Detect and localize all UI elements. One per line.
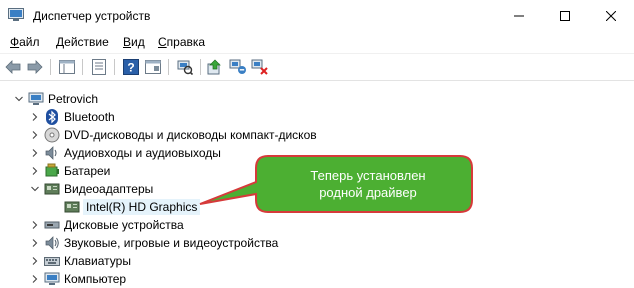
chevron-right-icon[interactable]	[30, 166, 40, 176]
tree-item-label: Клавиатуры	[64, 254, 131, 268]
update-driver-icon	[207, 59, 221, 75]
callout-line-2: родной драйвер	[319, 185, 417, 200]
chevron-right-icon[interactable]	[30, 220, 40, 230]
tree-item-label: Батареи	[64, 164, 111, 178]
show-hide-icon	[145, 60, 161, 74]
display-adapter-icon	[64, 199, 80, 215]
menu-action[interactable]: Действие	[56, 35, 109, 49]
close-icon	[606, 10, 616, 21]
uninstall-device-button[interactable]	[251, 58, 269, 76]
callout-line-1: Теперь установлен	[310, 168, 426, 183]
chevron-right-icon[interactable]	[30, 112, 40, 122]
minimize-button[interactable]	[496, 0, 542, 31]
chevron-right-icon[interactable]	[30, 274, 40, 284]
tree-item-disk-drives[interactable]: Дисковые устройства	[30, 216, 184, 234]
chevron-right-icon[interactable]	[30, 256, 40, 266]
disable-device-icon	[229, 59, 246, 74]
chevron-right-icon[interactable]	[30, 148, 40, 158]
tree-item-dvd[interactable]: DVD-дисководы и дисководы компакт-дисков	[30, 126, 317, 144]
tree-item-label: Bluetooth	[64, 110, 115, 124]
tree-item-display-adapters[interactable]: Видеоадаптеры	[30, 180, 153, 198]
bluetooth-icon	[44, 109, 60, 125]
show-hide-button[interactable]	[144, 58, 162, 76]
properties-pane-icon	[59, 60, 75, 74]
annotation-callout: Теперь установлен родной драйвер	[190, 150, 480, 220]
menu-help[interactable]: Справка	[158, 35, 205, 49]
tree-item-label: Intel(R) HD Graphics	[82, 199, 201, 215]
help-icon: ?	[123, 59, 139, 75]
window-title: Диспетчер устройств	[33, 9, 151, 23]
tree-item-label: DVD-дисководы и дисководы компакт-дисков	[64, 128, 317, 142]
tree-item-intel-hd-graphics[interactable]: Intel(R) HD Graphics	[64, 198, 201, 216]
minimize-icon	[514, 15, 524, 16]
callout-text: Теперь установлен родной драйвер	[268, 167, 468, 201]
disable-device-button[interactable]	[229, 58, 247, 76]
device-manager-app-icon	[8, 8, 24, 22]
toolbar-separator	[168, 59, 169, 75]
back-button[interactable]	[4, 58, 22, 76]
tree-item-label: Видеоадаптеры	[64, 182, 154, 196]
tree-root[interactable]: Petrovich	[14, 90, 98, 108]
help-button[interactable]: ?	[122, 58, 140, 76]
tree-item-bluetooth[interactable]: Bluetooth	[30, 108, 115, 126]
chevron-down-icon[interactable]	[30, 184, 40, 194]
keyboard-icon	[44, 253, 60, 269]
audio-icon	[44, 145, 60, 161]
toolbar-separator	[200, 59, 201, 75]
maximize-button[interactable]	[542, 0, 588, 31]
tree-item-sound-video[interactable]: Звуковые, игровые и видеоустройства	[30, 234, 278, 252]
dvd-drive-icon	[44, 127, 60, 143]
toolbar-separator	[50, 59, 51, 75]
tree-item-keyboards[interactable]: Клавиатуры	[30, 252, 131, 270]
back-icon	[5, 60, 21, 74]
chevron-right-icon[interactable]	[30, 238, 40, 248]
disk-drive-icon	[44, 217, 60, 233]
chevron-right-icon[interactable]	[30, 130, 40, 140]
forward-icon	[27, 60, 43, 74]
console-tree-button[interactable]	[90, 58, 108, 76]
properties-pane-button[interactable]	[58, 58, 76, 76]
root-label: Petrovich	[48, 92, 99, 106]
chevron-down-icon[interactable]	[14, 94, 24, 104]
scan-hardware-icon	[177, 60, 193, 75]
update-driver-button[interactable]	[206, 58, 224, 76]
scan-hardware-button[interactable]	[176, 58, 194, 76]
close-button[interactable]	[588, 0, 634, 31]
display-adapter-icon	[44, 181, 60, 197]
toolbar-separator	[82, 59, 83, 75]
svg-text:?: ?	[127, 61, 134, 75]
maximize-icon	[560, 10, 570, 21]
console-tree-icon	[92, 59, 106, 75]
tree-item-label: Звуковые, игровые и видеоустройства	[64, 236, 279, 250]
computer-icon	[28, 91, 44, 107]
menu-file[interactable]: Файл	[10, 35, 40, 49]
battery-icon	[44, 163, 60, 179]
tree-item-label: Компьютер	[64, 272, 127, 286]
menu-view[interactable]: Вид	[123, 35, 145, 49]
sound-icon	[44, 235, 60, 251]
tree-item-battery[interactable]: Батареи	[30, 162, 110, 180]
computer-icon	[44, 271, 60, 287]
toolbar-separator	[114, 59, 115, 75]
toolbar: ?	[0, 54, 634, 81]
tree-item-computer[interactable]: Компьютер	[30, 270, 126, 288]
menu-bar: Файл Действие Вид Справка	[0, 31, 634, 54]
forward-button[interactable]	[26, 58, 44, 76]
title-bar: Диспетчер устройств	[0, 0, 634, 31]
uninstall-device-icon	[251, 59, 268, 75]
tree-item-label: Дисковые устройства	[64, 218, 184, 232]
